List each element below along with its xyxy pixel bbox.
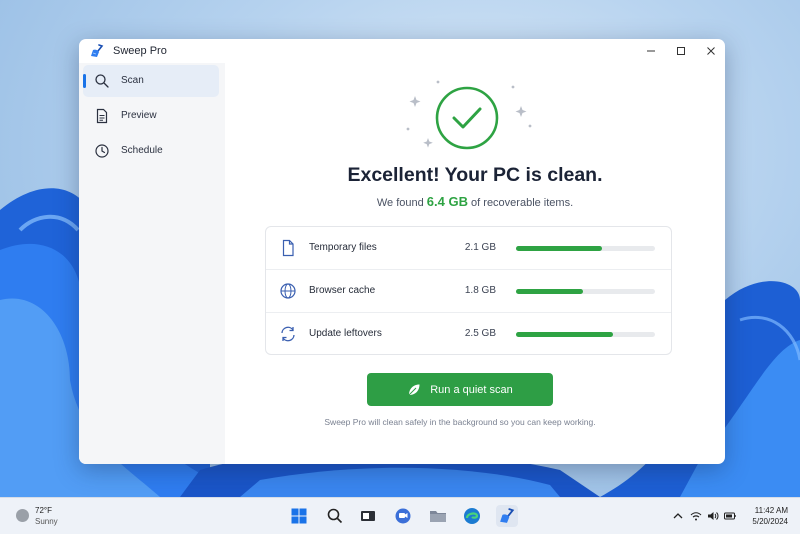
- search-icon: [95, 74, 109, 88]
- background-note: Sweep Pro will clean safely in the backg…: [324, 417, 596, 427]
- start-button[interactable]: [288, 505, 310, 527]
- weather-temperature[interactable]: 72°F: [35, 506, 52, 515]
- found-suffix: of recoverable items.: [471, 197, 574, 209]
- main-content: Excellent! Your PC is clean. We found 6.…: [225, 63, 725, 464]
- sidebar-item-scan[interactable]: Scan: [83, 65, 219, 97]
- volume-icon[interactable]: [707, 510, 719, 522]
- refresh-icon: [281, 326, 295, 342]
- file-explorer-button[interactable]: [427, 505, 449, 527]
- maximize-button[interactable]: [670, 42, 692, 60]
- chat-icon: [395, 508, 411, 524]
- found-prefix: We found: [376, 197, 424, 209]
- wifi-icon[interactable]: [690, 510, 702, 522]
- taskbar-search-button[interactable]: [324, 505, 346, 527]
- file-icon: [282, 239, 294, 257]
- progress-fill: [516, 332, 614, 337]
- edge-icon: [464, 508, 480, 524]
- run-quiet-scan-button[interactable]: Run a quiet scan: [367, 373, 553, 406]
- sidebar-item-schedule[interactable]: Schedule: [83, 135, 219, 167]
- result-size: 2.5 GB: [464, 328, 496, 339]
- chevron-up-icon[interactable]: [672, 510, 684, 522]
- result-label: Update leftovers: [309, 328, 382, 339]
- sidebar-item-preview[interactable]: Preview: [83, 100, 219, 132]
- task-view-icon: [361, 511, 375, 521]
- progress-track: [516, 289, 655, 294]
- broom-app-icon: [500, 508, 515, 523]
- task-view-button[interactable]: [357, 505, 379, 527]
- result-headline: Excellent! Your PC is clean.: [347, 164, 603, 186]
- button-label: Run a quiet scan: [430, 383, 513, 396]
- windows-icon: [291, 508, 307, 524]
- battery-icon[interactable]: [724, 510, 736, 522]
- found-summary: We found 6.4 GB of recoverable items.: [225, 194, 725, 209]
- minimize-button[interactable]: [640, 42, 662, 60]
- maximize-icon: [677, 47, 685, 55]
- result-row-update-leftovers: Update leftovers 2.5 GB: [266, 312, 671, 355]
- app-window: Sweep Pro Scan Preview Schedule Excellen…: [79, 39, 725, 464]
- app-title: Sweep Pro: [113, 45, 167, 57]
- success-illustration: [406, 80, 532, 150]
- weather-condition[interactable]: Sunny: [35, 517, 58, 526]
- sidebar-item-label: Schedule: [121, 145, 163, 156]
- folder-icon: [430, 511, 446, 522]
- result-size: 1.8 GB: [464, 285, 496, 296]
- result-size: 2.1 GB: [464, 242, 496, 253]
- results-list: Temporary files 2.1 GB Browser cache 1.8…: [265, 226, 672, 355]
- title-bar[interactable]: Sweep Pro: [79, 39, 725, 63]
- found-amount: 6.4 GB: [426, 194, 468, 209]
- search-icon: [327, 508, 343, 524]
- sidebar-item-label: Preview: [121, 110, 157, 121]
- sweep-pro-taskbar-button[interactable]: [496, 505, 518, 527]
- close-button[interactable]: [700, 42, 722, 60]
- result-row-temporary-files: Temporary files 2.1 GB: [266, 227, 671, 269]
- close-icon: [707, 47, 715, 55]
- edge-browser-button[interactable]: [461, 505, 483, 527]
- progress-track: [516, 246, 655, 251]
- clock-time[interactable]: 11:42 AM: [748, 506, 788, 515]
- result-row-browser-cache: Browser cache 1.8 GB: [266, 269, 671, 312]
- minimize-icon: [647, 50, 655, 52]
- result-label: Temporary files: [309, 242, 377, 253]
- clock-icon: [95, 144, 109, 158]
- progress-fill: [516, 289, 583, 294]
- clock-date[interactable]: 5/20/2024: [743, 517, 788, 526]
- progress-fill: [516, 246, 603, 251]
- progress-track: [516, 332, 655, 337]
- chat-app-button[interactable]: [392, 505, 414, 527]
- taskbar: 72°F Sunny 11:42 AM 5/20/2024: [0, 497, 800, 534]
- weather-icon[interactable]: [16, 509, 29, 522]
- leaf-icon: [408, 384, 420, 395]
- document-icon: [96, 108, 108, 124]
- broom-app-icon: [91, 44, 104, 57]
- sidebar-item-label: Scan: [121, 75, 144, 86]
- sidebar: Scan Preview Schedule: [79, 63, 225, 464]
- globe-icon: [280, 283, 296, 299]
- success-circle: [435, 86, 499, 150]
- result-label: Browser cache: [309, 285, 376, 296]
